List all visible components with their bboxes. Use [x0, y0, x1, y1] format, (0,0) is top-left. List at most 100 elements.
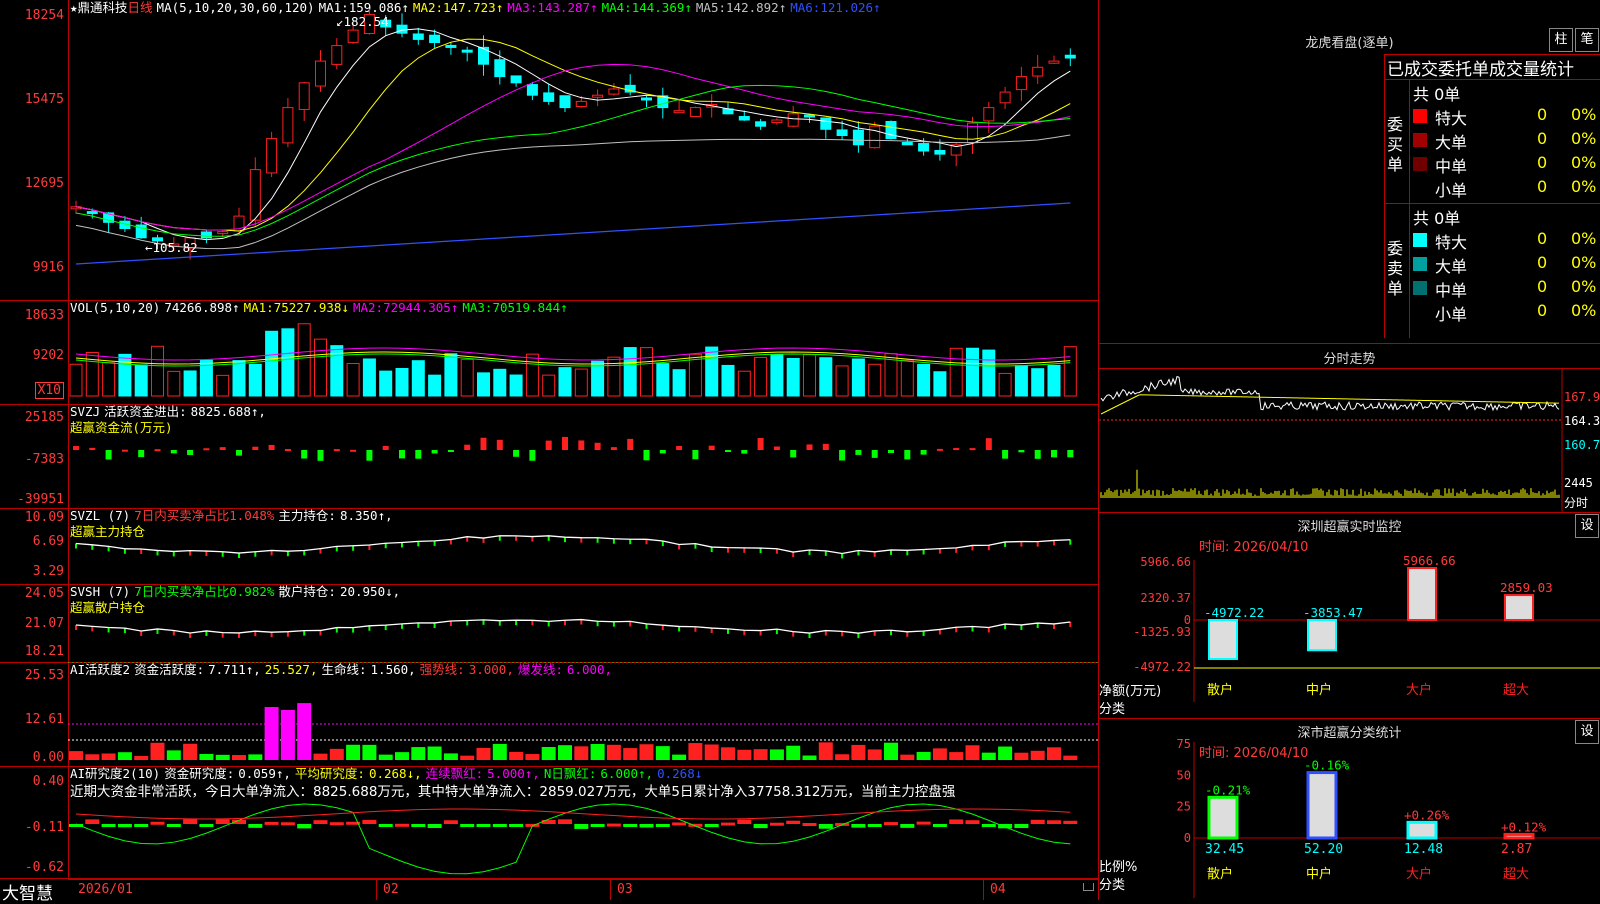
flow-bar	[610, 447, 617, 450]
flow-bar	[676, 446, 683, 450]
holding-tick	[857, 633, 860, 639]
volume-bar	[1063, 346, 1077, 397]
research-bar	[85, 819, 100, 824]
net-flow-value: 5966.66	[1403, 553, 1456, 568]
tick-view-button[interactable]: 笔	[1575, 28, 1599, 52]
ma-line	[75, 84, 1071, 237]
flow-bar	[187, 450, 194, 455]
activity-bar	[166, 750, 181, 760]
holding-tick	[841, 631, 844, 637]
date-label: 02	[383, 882, 399, 897]
activity-bar	[655, 746, 670, 760]
longhu-title: 龙虎看盘(逐单)	[1305, 36, 1394, 51]
volume-bar	[640, 347, 653, 397]
volume-bar	[509, 374, 523, 397]
activity-bar	[802, 755, 817, 760]
lock-icon[interactable]	[1083, 883, 1094, 891]
flow-bar	[496, 439, 503, 450]
holding-tick	[286, 631, 289, 637]
candle-body	[804, 114, 815, 118]
candle-body	[575, 100, 587, 108]
sz-class-panel[interactable]: 深市超赢分类统计 设 时间: 2026/04/10 75 50 25 0 -0.21% 3…	[1099, 718, 1600, 900]
activity-bar	[932, 748, 947, 760]
volume-bar	[672, 369, 686, 397]
activity-bar	[134, 755, 149, 760]
holding-tick	[987, 627, 990, 633]
ai-research-panel[interactable]: 0.40 -0.11 -0.62 AI研究度2(10) 资金研究度: 0.059↑,…	[0, 766, 1098, 879]
volume-bar	[900, 359, 914, 397]
candle-body	[934, 150, 946, 155]
research-bar	[215, 819, 230, 824]
candlestick-chart[interactable]	[0, 0, 1098, 300]
research-bar	[166, 824, 181, 827]
volume-bar	[460, 358, 474, 397]
buy-orders-label: 委买单	[1387, 115, 1404, 174]
candle-body	[282, 107, 294, 144]
svsh-panel[interactable]: 24.05 21.07 18.21 SVSH (7) 7日内买卖净占比0.982%…	[0, 584, 1098, 663]
activity-bar	[965, 745, 980, 760]
flow-bar	[1051, 450, 1057, 458]
activity-bar	[411, 747, 426, 760]
date-separator	[376, 879, 377, 900]
net-flow-chart[interactable]: 5966.662320.370-1325.93-4972.22-4972.22散…	[1099, 512, 1600, 718]
class-ratio-bar	[1306, 771, 1338, 840]
flow-bar	[447, 450, 454, 452]
research-bar	[1030, 819, 1045, 824]
ratio-value: 12.48	[1404, 842, 1443, 857]
research-bar	[737, 819, 752, 824]
stats-tabs[interactable]: 已成交委托单成交量统计	[1387, 55, 1574, 80]
flow-bar	[138, 450, 145, 458]
volume-bar	[183, 370, 197, 397]
fund-flow-chart[interactable]	[0, 404, 1098, 508]
volume-bar	[705, 346, 719, 397]
flow-bar	[464, 444, 471, 450]
header-divider	[1385, 79, 1600, 80]
svzj-panel[interactable]: 25185 -7383 -39951 SVZJ 活跃资金进出: 8825.688↑,…	[0, 404, 1098, 509]
bar-view-button[interactable]: 柱	[1549, 28, 1573, 52]
intraday-chart[interactable]	[1099, 344, 1600, 512]
ratio-label: 比例%	[1099, 860, 1138, 875]
holding-tick	[841, 553, 844, 559]
holding-tick	[906, 550, 909, 556]
volume-bar	[102, 362, 116, 397]
price-line	[1100, 375, 1560, 412]
activity-chart[interactable]	[0, 662, 1098, 766]
research-bar	[574, 824, 589, 829]
research-line	[75, 803, 1071, 875]
activity-bar	[541, 747, 556, 760]
class-ratio-chart[interactable]: 75 50 25 0 -0.21% 32.45 散户 -0.16% 52.20 中户 +0.26% 1…	[1099, 718, 1600, 900]
category-label: 分类	[1099, 878, 1126, 893]
candle-body	[200, 231, 212, 239]
research-bar	[313, 820, 328, 824]
activity-bar	[721, 747, 735, 760]
intraday-panel[interactable]: 分时走势 167.9 164.3 160.7 2445 分时	[1099, 344, 1600, 513]
research-chart[interactable]	[0, 766, 1098, 878]
research-bar	[134, 824, 149, 827]
activity-bar	[900, 754, 915, 760]
volume-bar	[819, 357, 833, 397]
kline-panel[interactable]: 18254 15475 12695 9916 ★鼎通科技日线 MA(5,10,20…	[0, 0, 1098, 301]
buy-total: 共 0单	[1413, 85, 1461, 104]
holding-tick	[368, 625, 371, 631]
sz-monitor-panel[interactable]: 深圳超赢实时监控 设 时间: 2026/04/10 5966.66 2320.37…	[1099, 512, 1600, 719]
activity-bar	[313, 753, 328, 760]
research-bar	[460, 824, 475, 827]
retail-chart[interactable]	[0, 584, 1098, 662]
volume-panel[interactable]: 18633 9202 X10 VOL(5,10,20) 74266.898↑ MA1…	[0, 300, 1098, 405]
volume-chart[interactable]	[0, 300, 1098, 404]
flow-bar	[725, 450, 731, 452]
research-bar	[884, 822, 898, 826]
svzl-panel[interactable]: 10.09 6.69 3.29 SVZL (7) 7日内买卖净占比1.048% 主力…	[0, 508, 1098, 585]
volume-bar	[118, 353, 132, 397]
holding-tick	[743, 630, 746, 636]
volume-bar	[835, 365, 849, 397]
activity-bar	[606, 744, 621, 760]
main-force-chart[interactable]	[0, 508, 1098, 584]
holding-tick	[515, 535, 518, 541]
candle-body	[347, 29, 359, 43]
date-separator	[610, 879, 611, 900]
high-price-label: ↙182.54	[336, 14, 389, 29]
research-bar	[183, 819, 198, 824]
activity-bar	[639, 744, 654, 760]
ai-active-panel[interactable]: 25.53 12.61 0.00 AI活跃度2 资金活跃度: 7.711↑, 25.5…	[0, 662, 1098, 767]
